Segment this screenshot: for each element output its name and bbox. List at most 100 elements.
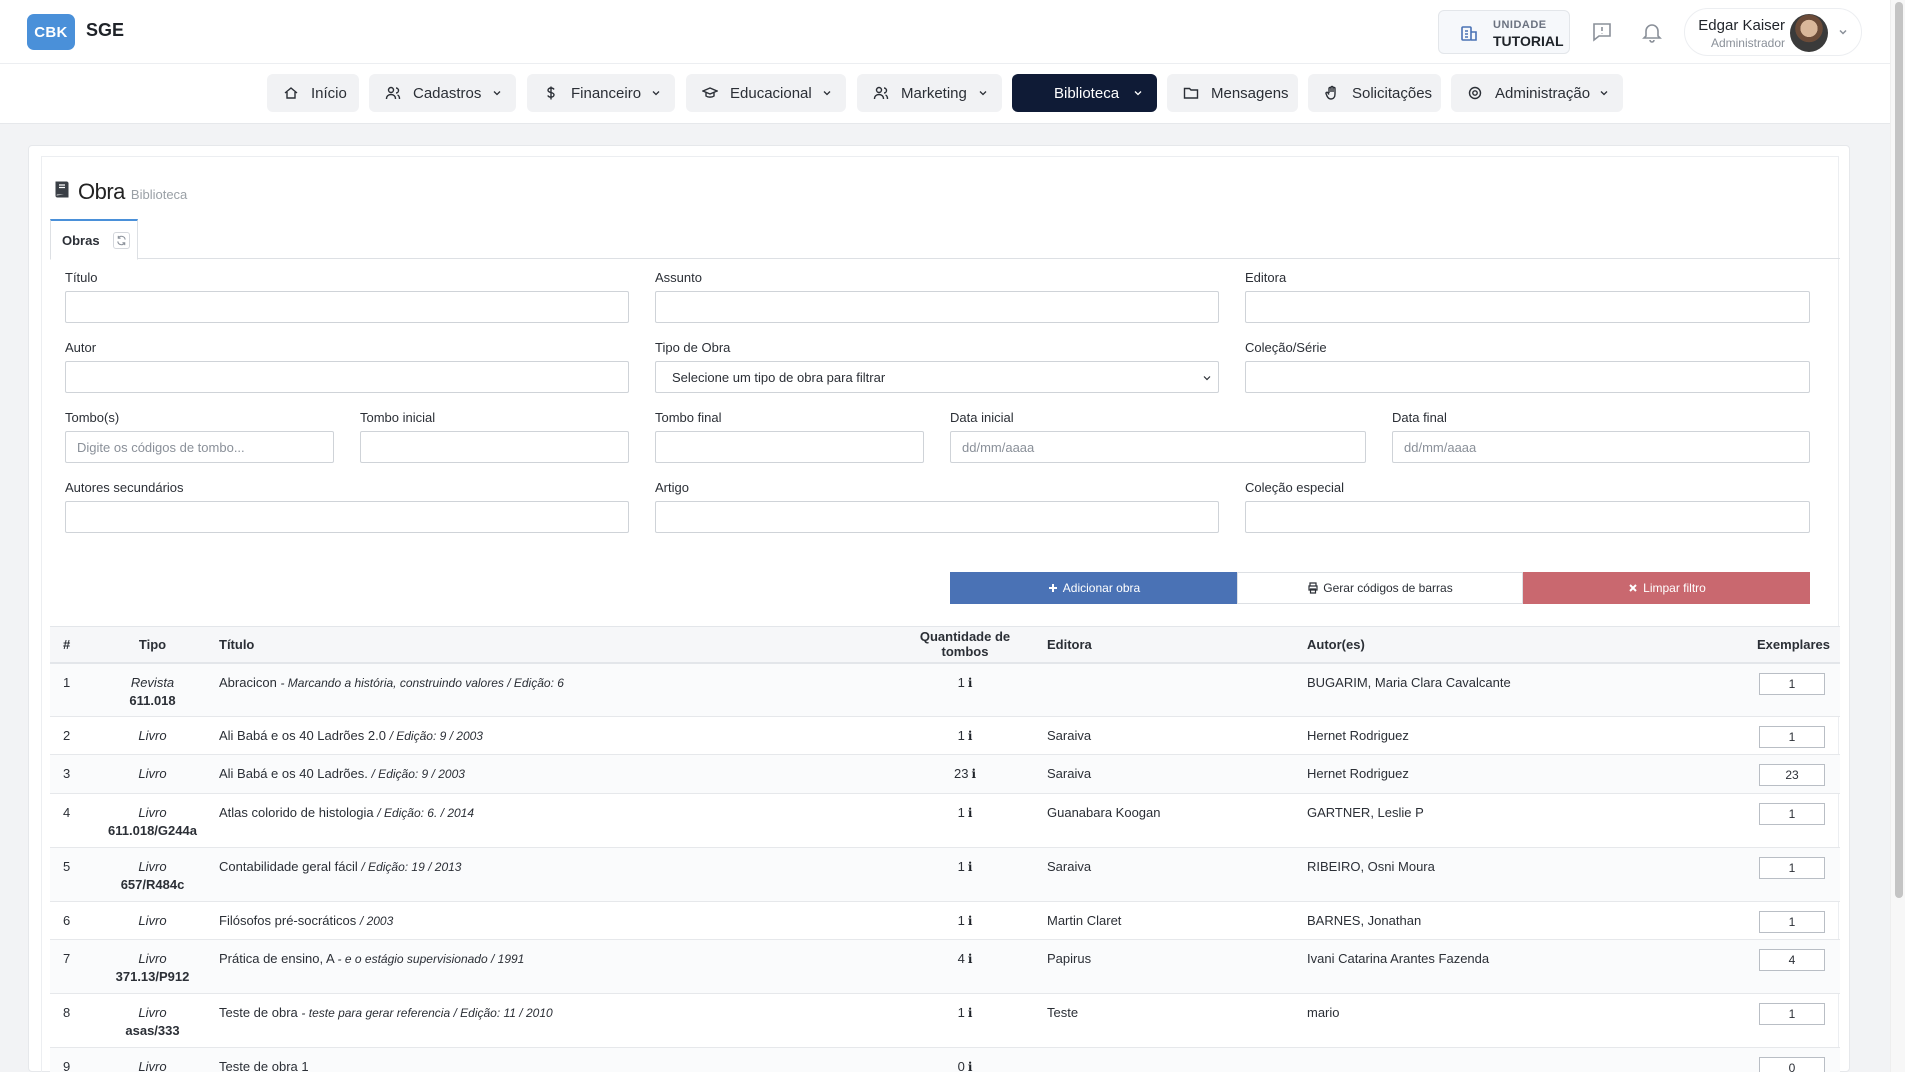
col-tipo[interactable]: Tipo — [100, 626, 205, 664]
tipo-code: asas/333 — [125, 1023, 180, 1038]
page-title: Obra — [78, 179, 125, 204]
table-row[interactable]: 5 Livro 657/R484c Contabilidade geral fác… — [50, 847, 1840, 902]
assunto-field[interactable] — [655, 291, 1219, 323]
tab-obras[interactable]: Obras — [50, 219, 138, 260]
exemplares-input[interactable]: 1 — [1759, 672, 1825, 695]
tipo-obra-value: Selecione um tipo de obra para filtrar — [672, 369, 886, 385]
tipo-obra-select[interactable]: Selecione um tipo de obra para filtrar — [655, 361, 1219, 393]
nav-item-mensagens[interactable]: Mensagens — [1167, 74, 1298, 112]
app-logo[interactable]: CBK — [27, 14, 75, 50]
table-row[interactable]: 1 Revista 611.018 Abracicon - Marcando a … — [50, 662, 1840, 717]
generate-barcodes-button[interactable]: Gerar códigos de barras — [1237, 572, 1523, 604]
table-row[interactable]: 3 Livro Ali Babá e os 40 Ladrões. / Ediç… — [50, 754, 1840, 794]
nav-label: Financeiro — [571, 84, 642, 102]
add-obra-button[interactable]: Adicionar obra — [950, 572, 1237, 604]
nav-item-cadastros[interactable]: Cadastros — [369, 74, 516, 112]
row-autor: mario — [1295, 993, 1735, 1048]
page-scrollbar[interactable] — [1890, 0, 1905, 1072]
row-tipo: Livro — [100, 754, 205, 794]
tombo-final-label: Tombo final — [655, 410, 722, 425]
row-num: 2 — [50, 716, 100, 755]
table-row[interactable]: 6 Livro Filósofos pré-socráticos / 2003 … — [50, 901, 1840, 940]
chevron-down-icon — [1839, 29, 1847, 35]
tombos-field[interactable]: Digite os códigos de tombo... — [65, 431, 334, 463]
colecao-serie-field[interactable] — [1245, 361, 1810, 393]
quantidade-value: 1 — [957, 728, 965, 743]
button-label: Adicionar obra — [1062, 581, 1141, 595]
titulo-field[interactable] — [65, 291, 629, 323]
table-row[interactable]: 4 Livro 611.018/G244a Atlas colorido de h… — [50, 793, 1840, 848]
artigo-field[interactable] — [655, 501, 1219, 533]
info-icon[interactable]: i — [968, 729, 973, 743]
exemplares-input[interactable]: 4 — [1759, 949, 1825, 971]
unit-selector[interactable]: UNIDADE TUTORIAL — [1438, 10, 1570, 54]
colecao-especial-field[interactable] — [1245, 501, 1810, 533]
chat-alert-icon[interactable] — [1590, 20, 1614, 44]
exemplares-input[interactable]: 1 — [1759, 911, 1825, 933]
editora-field[interactable] — [1245, 291, 1810, 323]
tipo-text: Livro — [138, 951, 167, 966]
titulo-extra: - e o estágio supervisionado / 1991 — [337, 952, 525, 966]
table-row[interactable]: 9 Livro Teste de obra 1 0i 0 — [50, 1047, 1840, 1072]
row-editora — [1035, 1047, 1295, 1072]
chevron-down-icon — [1600, 91, 1608, 96]
autor-label: Autor — [65, 340, 97, 355]
quantidade-value: 23 — [953, 766, 969, 781]
info-icon[interactable]: i — [971, 767, 976, 781]
row-autor: Ivani Catarina Arantes Fazenda — [1295, 939, 1735, 994]
autor-field[interactable] — [65, 361, 629, 393]
info-icon[interactable]: i — [968, 806, 973, 820]
col-num[interactable]: # — [50, 626, 100, 664]
table-row[interactable]: 7 Livro 371.13/P912 Prática de ensino, A … — [50, 939, 1840, 994]
nav-item-financeiro[interactable]: Financeiro — [527, 74, 675, 112]
nav-item-educacional[interactable]: Educacional — [686, 74, 846, 112]
col-quantidade[interactable]: Quantidade de tombos — [895, 626, 1035, 664]
info-icon[interactable]: i — [968, 952, 973, 966]
tombo-final-field[interactable] — [655, 431, 924, 463]
titulo-extra: / Edição: 6. / 2014 — [377, 806, 475, 820]
nav-item-inicio[interactable]: Início — [267, 74, 359, 112]
exemplares-input[interactable]: 1 — [1759, 857, 1825, 879]
exemplares-input[interactable]: 0 — [1759, 1057, 1825, 1072]
data-final-field[interactable]: dd/mm/aaaa — [1392, 431, 1810, 463]
tombo-inicial-field[interactable] — [360, 431, 629, 463]
clear-filter-button[interactable]: Limpar filtro — [1523, 572, 1810, 604]
col-editora[interactable]: Editora — [1035, 626, 1295, 664]
info-icon[interactable]: i — [968, 914, 973, 928]
nav-item-marketing[interactable]: Marketing — [857, 74, 1002, 112]
row-tipo: Livro 371.13/P912 — [100, 939, 205, 994]
scrollbar-thumb[interactable] — [1895, 2, 1903, 898]
quantidade-value: 1 — [957, 859, 965, 874]
col-titulo[interactable]: Título — [205, 626, 895, 664]
exemplares-input[interactable]: 1 — [1759, 803, 1825, 825]
nav-item-solicitacoes[interactable]: Solicitações — [1308, 74, 1441, 112]
row-titulo: Contabilidade geral fácil / Edição: 19 /… — [205, 847, 895, 902]
row-quantidade: 23 i — [895, 754, 1035, 794]
info-icon[interactable]: i — [968, 676, 973, 690]
autores-secundarios-field[interactable] — [65, 501, 629, 533]
exemplares-input[interactable]: 1 — [1759, 726, 1825, 748]
exemplares-input[interactable]: 23 — [1759, 764, 1825, 786]
artigo-label: Artigo — [655, 480, 689, 495]
row-exemplares: 1 — [1735, 662, 1840, 717]
table-row[interactable]: 8 Livro asas/333 Teste de obra - teste pa… — [50, 993, 1840, 1048]
exemplares-input[interactable]: 1 — [1759, 1003, 1825, 1025]
users-icon — [385, 86, 401, 100]
refresh-icon[interactable] — [113, 232, 130, 249]
info-icon[interactable]: i — [968, 1060, 973, 1072]
nav-item-administracao[interactable]: Administração — [1451, 74, 1623, 112]
bell-icon[interactable] — [1640, 20, 1664, 44]
row-titulo: Teste de obra 1 — [205, 1047, 895, 1072]
info-icon[interactable]: i — [968, 1006, 973, 1020]
content-card: Obra Biblioteca Obras Título Assunto Edi… — [28, 145, 1850, 1072]
table-row[interactable]: 2 Livro Ali Babá e os 40 Ladrões 2.0 / E… — [50, 716, 1840, 755]
col-exemplares[interactable]: Exemplares — [1735, 626, 1840, 664]
row-editora: Saraiva — [1035, 716, 1295, 755]
nav-item-biblioteca[interactable]: Biblioteca — [1012, 74, 1157, 112]
row-quantidade: 1i — [895, 901, 1035, 940]
user-menu[interactable]: Edgar Kaiser Administrador — [1684, 8, 1862, 56]
info-icon[interactable]: i — [968, 860, 973, 874]
row-editora: Papirus — [1035, 939, 1295, 994]
data-inicial-field[interactable]: dd/mm/aaaa — [950, 431, 1366, 463]
col-autores[interactable]: Autor(es) — [1295, 626, 1735, 664]
